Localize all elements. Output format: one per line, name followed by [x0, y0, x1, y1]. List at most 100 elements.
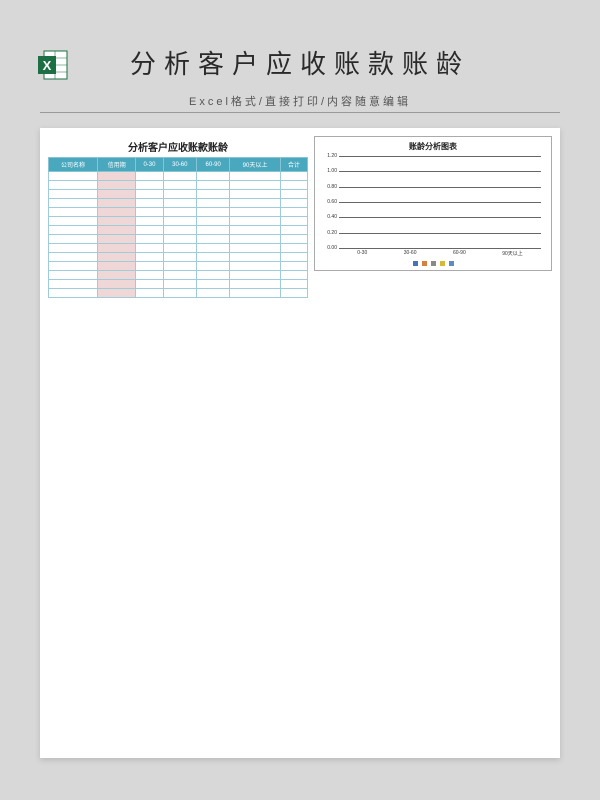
table-header-cell: 30-60 — [163, 158, 196, 172]
table-cell — [196, 262, 229, 271]
table-cell — [136, 235, 163, 244]
table-cell — [230, 226, 280, 235]
table-cell — [230, 190, 280, 199]
table-cell — [280, 289, 307, 298]
table-cell — [230, 280, 280, 289]
aging-table-section: 分析客户应收账款账龄 公司名称信用期0-3030-6060-9090天以上合计 — [48, 136, 308, 298]
subtitle: Excel格式/直接打印/内容随意编辑 — [0, 92, 600, 110]
table-cell — [49, 226, 98, 235]
chart-legend — [321, 261, 545, 266]
table-cell — [136, 289, 163, 298]
table-cell — [230, 217, 280, 226]
table-cell — [163, 244, 196, 253]
table-cell — [280, 262, 307, 271]
table-cell — [163, 208, 196, 217]
table-cell — [98, 271, 136, 280]
table-cell — [196, 289, 229, 298]
table-cell — [196, 172, 229, 181]
table-row — [49, 271, 308, 280]
table-cell — [136, 190, 163, 199]
chart-y-tick: 0.40 — [321, 214, 337, 220]
table-cell — [163, 289, 196, 298]
table-cell — [49, 244, 98, 253]
table-cell — [98, 280, 136, 289]
table-cell — [280, 253, 307, 262]
table-cell — [280, 280, 307, 289]
chart-y-tick: 1.00 — [321, 168, 337, 174]
table-cell — [163, 226, 196, 235]
table-cell — [163, 217, 196, 226]
table-cell — [196, 244, 229, 253]
table-cell — [280, 181, 307, 190]
table-cell — [98, 208, 136, 217]
chart-x-axis: 0-3030-6060-9090天以上 — [339, 248, 541, 257]
table-cell — [136, 280, 163, 289]
table-header-cell: 合计 — [280, 158, 307, 172]
table-row — [49, 217, 308, 226]
table-cell — [280, 172, 307, 181]
table-cell — [98, 262, 136, 271]
chart-plot-area: 0.000.200.400.600.801.001.20 — [339, 156, 541, 248]
table-cell — [98, 172, 136, 181]
table-cell — [230, 244, 280, 253]
table-title: 分析客户应收账款账龄 — [48, 136, 308, 157]
chart-x-tick: 60-90 — [453, 250, 466, 257]
legend-swatch — [440, 261, 445, 266]
table-cell — [280, 190, 307, 199]
table-cell — [49, 190, 98, 199]
divider — [40, 112, 560, 113]
chart-gridline — [339, 233, 541, 234]
table-cell — [49, 217, 98, 226]
table-header-cell: 60-90 — [196, 158, 229, 172]
document-preview: 分析客户应收账款账龄 公司名称信用期0-3030-6060-9090天以上合计 … — [40, 128, 560, 758]
chart-y-tick: 0.00 — [321, 245, 337, 251]
table-cell — [196, 190, 229, 199]
table-cell — [230, 262, 280, 271]
table-cell — [280, 244, 307, 253]
table-header-cell: 0-30 — [136, 158, 163, 172]
chart-gridline — [339, 171, 541, 172]
table-cell — [230, 181, 280, 190]
table-cell — [136, 271, 163, 280]
table-cell — [230, 235, 280, 244]
table-row — [49, 280, 308, 289]
table-cell — [98, 181, 136, 190]
table-cell — [163, 199, 196, 208]
table-row — [49, 208, 308, 217]
table-cell — [163, 271, 196, 280]
table-cell — [163, 253, 196, 262]
table-row — [49, 172, 308, 181]
table-cell — [136, 262, 163, 271]
table-cell — [280, 235, 307, 244]
chart-y-tick: 0.80 — [321, 184, 337, 190]
chart-gridline — [339, 156, 541, 157]
table-header-cell: 公司名称 — [49, 158, 98, 172]
table-cell — [49, 208, 98, 217]
table-cell — [196, 181, 229, 190]
table-cell — [136, 172, 163, 181]
table-cell — [230, 208, 280, 217]
table-cell — [196, 208, 229, 217]
table-cell — [136, 181, 163, 190]
chart-y-tick: 0.60 — [321, 199, 337, 205]
table-cell — [136, 244, 163, 253]
table-cell — [196, 280, 229, 289]
table-cell — [98, 190, 136, 199]
chart-y-tick: 0.20 — [321, 230, 337, 236]
table-cell — [163, 181, 196, 190]
legend-swatch — [422, 261, 427, 266]
aging-chart: 账龄分析图表 0.000.200.400.600.801.001.20 0-30… — [314, 136, 552, 271]
table-cell — [196, 199, 229, 208]
table-cell — [163, 190, 196, 199]
chart-x-tick: 30-60 — [404, 250, 417, 257]
table-cell — [136, 253, 163, 262]
table-cell — [230, 289, 280, 298]
table-cell — [136, 199, 163, 208]
table-cell — [280, 208, 307, 217]
table-cell — [98, 244, 136, 253]
table-row — [49, 244, 308, 253]
table-cell — [280, 226, 307, 235]
table-row — [49, 190, 308, 199]
table-cell — [230, 253, 280, 262]
chart-x-tick: 90天以上 — [502, 250, 523, 257]
